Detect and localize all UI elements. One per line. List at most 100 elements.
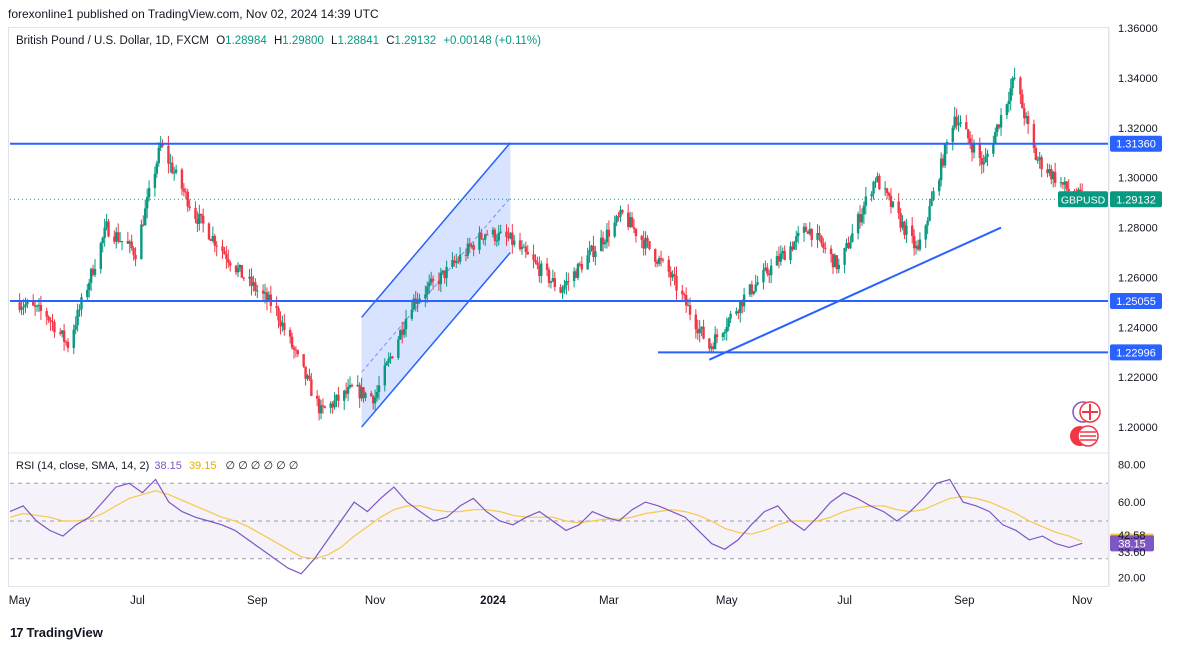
candle-body bbox=[688, 305, 692, 315]
candle-body bbox=[721, 333, 725, 338]
candle-body bbox=[943, 144, 947, 166]
candle-body bbox=[659, 258, 663, 260]
candle-body bbox=[370, 393, 373, 397]
candle-body bbox=[553, 278, 556, 288]
candle-body bbox=[495, 240, 499, 242]
horizontal-levels: 1.31360 1.25055 1.22996 GBPUSD 1.29132 bbox=[10, 135, 1162, 361]
candle-body bbox=[545, 263, 549, 270]
candle-body bbox=[683, 294, 686, 296]
candle-body bbox=[783, 251, 786, 261]
candle-body bbox=[499, 231, 502, 233]
candle-body bbox=[715, 334, 719, 338]
candle-body bbox=[1019, 77, 1022, 95]
candle-body bbox=[1009, 88, 1012, 101]
price-tick-label: 1.34000 bbox=[1118, 73, 1158, 85]
candle-body bbox=[485, 234, 489, 236]
candle-body bbox=[323, 406, 327, 408]
candle-body bbox=[147, 187, 151, 198]
rsi-tick-label: 80.00 bbox=[1118, 459, 1146, 471]
chart-svg[interactable]: 39.1538.15 1.313601.250551.22996GBPUSD1.… bbox=[0, 0, 1177, 650]
price-tick-label: 1.26000 bbox=[1118, 272, 1158, 284]
candle-body bbox=[1011, 78, 1014, 89]
candle-body bbox=[375, 391, 379, 398]
candle-body bbox=[874, 181, 877, 183]
usd-flag-icon bbox=[1070, 425, 1099, 447]
candle-body bbox=[547, 269, 551, 283]
candle-body bbox=[986, 153, 989, 157]
candle-body bbox=[851, 233, 854, 243]
candle-body bbox=[103, 227, 106, 238]
candle-body bbox=[120, 240, 124, 242]
candle-body bbox=[39, 304, 43, 311]
candle-body bbox=[793, 241, 796, 250]
time-tick-label: Nov bbox=[365, 595, 386, 607]
candle-body bbox=[862, 205, 866, 215]
candle-body bbox=[797, 232, 800, 237]
candle-body bbox=[932, 191, 935, 200]
candle-body bbox=[377, 385, 381, 392]
candle-body bbox=[694, 314, 698, 330]
candle-body bbox=[53, 322, 56, 333]
candle-body bbox=[849, 242, 852, 249]
candle-body bbox=[397, 339, 400, 358]
candle-body bbox=[130, 241, 133, 249]
candle-body bbox=[294, 349, 298, 351]
candle-body bbox=[144, 208, 147, 226]
candle-body bbox=[221, 246, 224, 252]
candle-body bbox=[725, 327, 728, 332]
candle-body bbox=[561, 289, 564, 293]
time-tick-label: Sep bbox=[247, 595, 267, 607]
candle-body bbox=[698, 328, 701, 334]
candle-body bbox=[256, 290, 259, 292]
candle-body bbox=[207, 223, 211, 240]
candle-body bbox=[576, 263, 580, 278]
candle-body bbox=[994, 132, 997, 144]
candle-body bbox=[594, 251, 597, 258]
candle-body bbox=[634, 228, 638, 237]
candle-body bbox=[134, 254, 137, 260]
candle-body bbox=[810, 228, 813, 240]
candle-body bbox=[918, 239, 922, 250]
tradingview-footer[interactable]: 17 TradingView bbox=[10, 625, 103, 640]
candle-body bbox=[640, 236, 643, 240]
candle-body bbox=[480, 232, 483, 239]
candle-body bbox=[76, 310, 79, 326]
last-price-label: 1.29132 bbox=[1116, 194, 1156, 206]
candle-body bbox=[337, 394, 340, 401]
candle-body bbox=[283, 322, 286, 331]
candle-body bbox=[229, 262, 232, 266]
candle-body bbox=[315, 396, 319, 399]
candle-body bbox=[967, 129, 970, 139]
candle-body bbox=[795, 236, 798, 242]
candle-body bbox=[654, 249, 657, 262]
candle-body bbox=[965, 122, 968, 130]
candle-body bbox=[472, 245, 475, 250]
candle-body bbox=[174, 169, 178, 173]
candle-body bbox=[155, 163, 159, 174]
candle-body bbox=[910, 225, 914, 237]
candle-body bbox=[292, 347, 296, 350]
candle-body bbox=[78, 309, 81, 311]
candle-body bbox=[1005, 104, 1009, 116]
candle-body bbox=[702, 326, 705, 339]
time-tick-label: 2024 bbox=[480, 595, 506, 607]
candle-body bbox=[373, 397, 377, 404]
candle-body bbox=[173, 172, 176, 174]
candle-body bbox=[675, 276, 678, 291]
candle-body bbox=[891, 201, 895, 207]
candle-body bbox=[580, 264, 584, 270]
candle-body bbox=[1021, 94, 1024, 109]
candle-body bbox=[72, 329, 75, 348]
candle-body bbox=[180, 169, 184, 189]
time-tick-label: May bbox=[9, 595, 31, 607]
candle-body bbox=[549, 281, 553, 283]
candle-body bbox=[938, 180, 941, 192]
candle-body bbox=[424, 294, 427, 299]
candle-body bbox=[24, 304, 27, 307]
candle-body bbox=[926, 220, 929, 226]
candle-body bbox=[236, 267, 240, 273]
candle-body bbox=[391, 356, 394, 358]
candle-body bbox=[756, 282, 759, 285]
candle-body bbox=[829, 248, 833, 255]
tradingview-brand: TradingView bbox=[26, 625, 103, 640]
